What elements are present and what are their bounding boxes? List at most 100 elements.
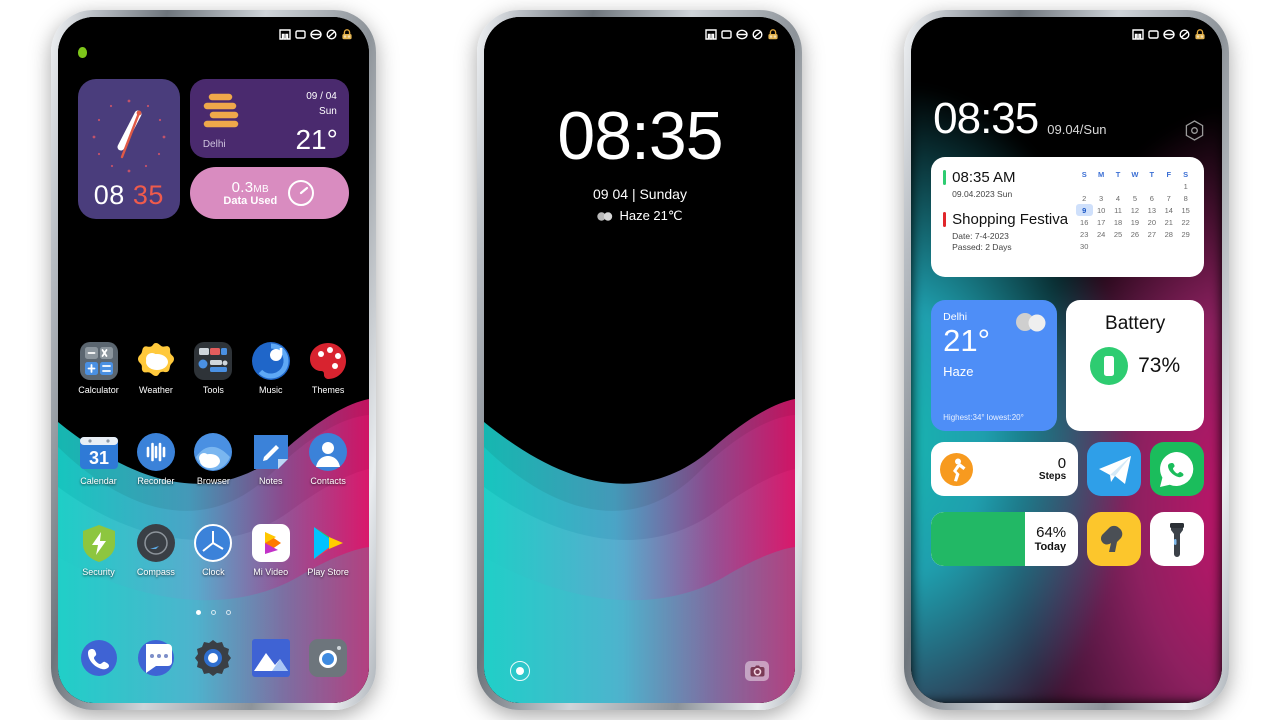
event-date: Date: 7-4-2023 [952, 231, 1009, 241]
calendar-day[interactable]: 6 [1143, 192, 1160, 204]
clock-face [92, 99, 166, 173]
steps-label: Steps [1038, 471, 1067, 483]
page-dot-1[interactable] [195, 610, 201, 615]
calendar-day[interactable]: 1 [1177, 180, 1194, 192]
app-play-store[interactable]: Play Store [299, 524, 356, 577]
page-dot-3[interactable] [225, 610, 231, 615]
lock-icon [768, 28, 779, 39]
app-label: Mi Video [253, 567, 289, 577]
dock-messages-icon[interactable] [137, 639, 175, 677]
calendar-day[interactable]: 24 [1093, 228, 1110, 240]
clock-hours: 08 [93, 180, 125, 210]
calendar-day[interactable]: 23 [1076, 228, 1093, 240]
calendar-day[interactable]: 16 [1076, 216, 1093, 228]
data-usage-widget[interactable]: 0.3MB Data Used [189, 167, 349, 219]
calendar-event-card[interactable]: 08:35 AM 09.04.2023 Sun Shopping Festiva… [931, 157, 1205, 277]
calendar-day-empty [1076, 180, 1093, 192]
app-calculator[interactable]: Calculator [70, 342, 127, 395]
calendar-week-row: 2345678 [1076, 192, 1194, 204]
calendar-day[interactable]: 20 [1143, 216, 1160, 228]
haze-cloud-icon [1016, 313, 1046, 332]
calendar-day[interactable]: 22 [1177, 216, 1194, 228]
calendar-day[interactable]: 7 [1160, 192, 1177, 204]
app-recorder[interactable]: Recorder [127, 433, 184, 486]
dock-phone-icon[interactable] [80, 639, 118, 677]
weather-day: Sun [319, 106, 337, 117]
calendar-day[interactable]: 12 [1126, 204, 1143, 216]
calendar-day[interactable]: 14 [1160, 204, 1177, 216]
dock-camera-icon[interactable] [309, 639, 348, 677]
hex-gear-icon[interactable] [1185, 120, 1204, 141]
status-bar-phone1 [58, 17, 369, 51]
calendar-day[interactable]: 28 [1160, 228, 1177, 240]
app-browser[interactable]: Browser [185, 433, 242, 486]
flashlight-icon[interactable] [1150, 512, 1205, 566]
lock-icon [1195, 28, 1205, 39]
lockscreen-weather: Haze 21℃ [484, 208, 795, 224]
steps-icon [940, 452, 974, 486]
play-store-icon [309, 524, 347, 562]
calendar-day[interactable]: 2 [1076, 192, 1093, 204]
analog-clock-widget[interactable]: 08 35 [77, 79, 180, 219]
app-label: Calculator [78, 385, 119, 395]
app-music[interactable]: Music [242, 342, 299, 395]
storage-fill-bar [931, 512, 1026, 566]
calendar-day[interactable]: 27 [1143, 228, 1160, 240]
weather-widget[interactable]: Delhi 21° Haze Highest:34° lowest:20° [931, 300, 1058, 431]
app-notes[interactable]: Notes [242, 433, 299, 486]
calendar-day[interactable]: 5 [1126, 192, 1143, 204]
battery-widget[interactable]: Battery 73% [1066, 300, 1205, 431]
app-security[interactable]: Security [70, 524, 127, 577]
calendar-day[interactable]: 15 [1177, 204, 1194, 216]
voice-assistant-icon[interactable] [510, 661, 531, 681]
page-dot-2[interactable] [210, 610, 216, 615]
dock-gallery-icon[interactable] [251, 639, 290, 677]
app-themes[interactable]: Themes [299, 342, 356, 395]
whatsapp-icon[interactable] [1150, 442, 1205, 496]
app-calendar[interactable]: 31 Calendar [70, 433, 127, 486]
app-row-2: 31 Calendar Recorder Browser Notes Conta… [70, 433, 357, 486]
app-compass[interactable]: Compass [127, 524, 184, 577]
calendar-day[interactable]: 9 [1075, 204, 1093, 216]
app-weather[interactable]: Weather [127, 342, 184, 395]
calendar-day[interactable]: 13 [1143, 204, 1160, 216]
widget-row-weather-battery: Delhi 21° Haze Highest:34° lowest:20° Ba… [931, 300, 1205, 431]
telegram-icon[interactable] [1087, 442, 1142, 496]
steps-widget[interactable]: 0 Steps [931, 442, 1079, 496]
calendar-day[interactable]: 8 [1177, 192, 1194, 204]
calendar-day[interactable]: 11 [1110, 204, 1127, 216]
calendar-day[interactable]: 10 [1093, 204, 1110, 216]
wifi-icon [1148, 29, 1159, 39]
app-label: Clock [202, 567, 225, 577]
app-label: Compass [136, 567, 175, 577]
calendar-day[interactable]: 3 [1093, 192, 1110, 204]
app-row-3: Security Compass Clock Mi Video Play Sto… [70, 524, 357, 577]
battery-title: Battery [1105, 313, 1166, 334]
phone-2-lock-screen: 08:35 09 04 | Sunday Haze 21℃ [477, 10, 803, 710]
app-clock[interactable]: Clock [185, 524, 242, 577]
calendar-day[interactable]: 25 [1110, 228, 1127, 240]
signal-icon [705, 28, 718, 40]
app-contacts[interactable]: Contacts [299, 433, 356, 486]
calendar-day[interactable]: 29 [1177, 228, 1194, 240]
storage-widget[interactable]: 64% Today [931, 512, 1079, 566]
camera-icon[interactable] [745, 661, 770, 681]
weather-widget[interactable]: 09 / 04 Sun Delhi 21° [189, 79, 349, 158]
calendar-day[interactable]: 21 [1160, 216, 1177, 228]
calendar-weekday: F [1166, 170, 1172, 179]
app-tools[interactable]: Tools [185, 342, 242, 395]
calendar-day[interactable]: 18 [1110, 216, 1127, 228]
weather-icon [137, 342, 175, 380]
calendar-day[interactable]: 17 [1093, 216, 1110, 228]
haze-cloud-icon [597, 211, 613, 221]
alarm-date: 09.04.2023 Sun [952, 189, 1013, 199]
calendar-day[interactable]: 19 [1126, 216, 1143, 228]
mini-calendar[interactable]: S M T W T F S 1 2 3 4 5 6 7 8 9 10 11 12 13 14 15 16 17 18 19 20 21… [1075, 169, 1194, 267]
notes-yellow-icon[interactable] [1087, 512, 1142, 566]
calendar-day-empty [1143, 240, 1160, 252]
calendar-day[interactable]: 26 [1126, 228, 1143, 240]
calendar-day[interactable]: 30 [1076, 240, 1093, 252]
app-mi-video[interactable]: Mi Video [242, 524, 299, 577]
calendar-day[interactable]: 4 [1110, 192, 1127, 204]
dock-settings-icon[interactable] [194, 639, 232, 677]
